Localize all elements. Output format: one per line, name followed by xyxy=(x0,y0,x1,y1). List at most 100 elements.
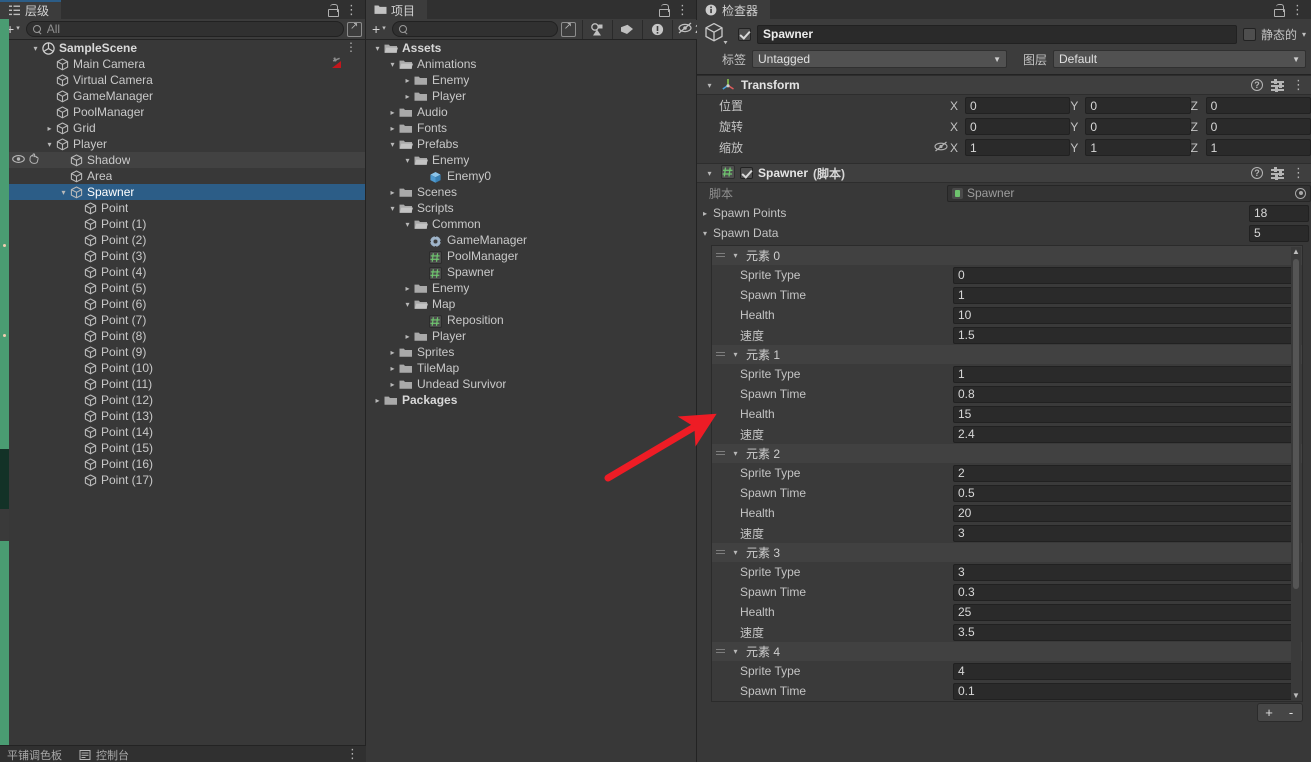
foldout-collapsed-icon[interactable]: ▸ xyxy=(386,380,399,389)
hierarchy-item-point-1[interactable]: ▸ Point (1) xyxy=(0,216,365,232)
hierarchy-item-point-10[interactable]: ▸ Point (10) xyxy=(0,360,365,376)
project-item-animations[interactable]: ▾ Animations xyxy=(366,56,696,72)
foldout-collapsed-icon[interactable]: ▸ xyxy=(401,76,414,85)
project-item-player[interactable]: ▸ Player xyxy=(366,88,696,104)
project-menu-icon[interactable]: ⋮ xyxy=(676,3,689,16)
preset-icon[interactable] xyxy=(1271,167,1284,180)
hierarchy-item-point-7[interactable]: ▸ Point (7) xyxy=(0,312,365,328)
warning-filter-icon[interactable] xyxy=(641,19,672,39)
spawn-data-element-header-1[interactable]: ▾ 元素 1 xyxy=(712,345,1302,364)
hierarchy-item-point-13[interactable]: ▸ Point (13) xyxy=(0,408,365,424)
foldout-collapsed-icon[interactable]: ▸ xyxy=(371,396,384,405)
hierarchy-menu-icon[interactable]: ⋮ xyxy=(345,3,358,16)
transform-input-z[interactable]: 0 xyxy=(1205,97,1311,114)
field-input[interactable]: 0.3 xyxy=(953,583,1296,601)
foldout-expanded-icon[interactable]: ▾ xyxy=(43,140,56,149)
drag-handle-icon[interactable] xyxy=(716,647,725,656)
hierarchy-item-shadow[interactable]: ▸ Shadow xyxy=(0,152,365,168)
transform-foldout-arrow[interactable]: ▾ xyxy=(703,81,716,90)
hierarchy-item-point-12[interactable]: ▸ Point (12) xyxy=(0,392,365,408)
label-filter-icon[interactable] xyxy=(611,19,642,39)
scene-menu-icon[interactable]: ⋮ xyxy=(345,41,357,53)
field-input[interactable]: 15 xyxy=(953,405,1296,423)
spawn-points-count-input[interactable]: 18 xyxy=(1249,204,1309,222)
tab-project[interactable]: 项目 xyxy=(366,0,428,19)
help-icon[interactable]: ? xyxy=(1251,167,1263,179)
asset-filter-icon[interactable] xyxy=(581,19,612,39)
project-item-common[interactable]: ▾ Common xyxy=(366,216,696,232)
project-item-assets[interactable]: ▾ Assets xyxy=(366,40,696,56)
element-foldout-arrow[interactable]: ▾ xyxy=(729,251,742,260)
foldout-expanded-icon[interactable]: ▾ xyxy=(401,156,414,165)
project-item-enemy[interactable]: ▾ Enemy xyxy=(366,152,696,168)
transform-input-z[interactable]: 1 xyxy=(1205,139,1311,156)
tab-console[interactable]: 控制台 xyxy=(72,746,139,762)
tab-tile-palette[interactable]: 平铺调色板 xyxy=(0,746,72,762)
hierarchy-item-area[interactable]: ▸ Area xyxy=(0,168,365,184)
project-item-map[interactable]: ▾ Map xyxy=(366,296,696,312)
hierarchy-item-poolmanager[interactable]: ▸ PoolManager xyxy=(0,104,365,120)
project-item-undead-survivor[interactable]: ▸ Undead Survivor xyxy=(366,376,696,392)
create-asset-button[interactable]: + ▾ xyxy=(369,21,389,38)
bottom-menu-icon[interactable]: ⋮ xyxy=(346,747,359,760)
tag-dropdown[interactable]: Untagged ▼ xyxy=(752,50,1007,68)
field-input[interactable]: 1.5 xyxy=(953,326,1296,344)
project-item-spawner[interactable]: ▸ Spawner xyxy=(366,264,696,280)
hierarchy-item-gamemanager[interactable]: ▸ GameManager xyxy=(0,88,365,104)
project-popout-button[interactable] xyxy=(560,21,576,37)
element-foldout-arrow[interactable]: ▾ xyxy=(729,647,742,656)
foldout-collapsed-icon[interactable]: ▸ xyxy=(386,108,399,117)
foldout-expanded-icon[interactable]: ▾ xyxy=(371,44,384,53)
remove-element-button[interactable]: - xyxy=(1280,704,1302,721)
static-checkbox[interactable] xyxy=(1242,27,1256,41)
hierarchy-search-input[interactable]: All xyxy=(25,21,344,37)
project-item-sprites[interactable]: ▸ Sprites xyxy=(366,344,696,360)
lock-icon[interactable] xyxy=(327,3,339,17)
field-input[interactable]: 0.1 xyxy=(953,682,1296,700)
spawner-foldout-arrow[interactable]: ▾ xyxy=(703,169,716,178)
field-input[interactable]: 25 xyxy=(953,603,1296,621)
transform-input-y[interactable]: 0 xyxy=(1085,118,1191,135)
object-picker-icon[interactable] xyxy=(1295,187,1306,199)
foldout-collapsed-icon[interactable]: ▸ xyxy=(43,124,56,133)
project-item-packages[interactable]: ▸ Packages xyxy=(366,392,696,408)
inspector-menu-icon[interactable]: ⋮ xyxy=(1291,3,1304,16)
project-item-enemy[interactable]: ▸ Enemy xyxy=(366,72,696,88)
project-item-enemy[interactable]: ▸ Enemy xyxy=(366,280,696,296)
visibility-eye-icon[interactable] xyxy=(12,153,25,167)
foldout-collapsed-icon[interactable]: ▸ xyxy=(401,284,414,293)
preset-icon[interactable] xyxy=(1271,79,1284,92)
spawn-data-foldout-arrow[interactable]: ▾ xyxy=(697,229,713,238)
foldout-expanded-icon[interactable]: ▾ xyxy=(386,60,399,69)
project-item-fonts[interactable]: ▸ Fonts xyxy=(366,120,696,136)
spawner-component-header[interactable]: ▾ Spawner (脚本) ? ⋮ xyxy=(697,163,1311,183)
lock-icon[interactable] xyxy=(658,3,670,17)
project-item-enemy0[interactable]: ▸ Enemy0 xyxy=(366,168,696,184)
field-input[interactable]: 20 xyxy=(953,504,1296,522)
hierarchy-item-player[interactable]: ▾ Player xyxy=(0,136,365,152)
foldout-expanded-icon[interactable]: ▾ xyxy=(386,140,399,149)
project-tree[interactable]: ▾ Assets ▾ Animations ▸ Enemy ▸ Player ▸ Audio ▸ Fo… xyxy=(366,40,696,762)
transform-input-y[interactable]: 1 xyxy=(1085,139,1191,156)
spawn-data-element-header-3[interactable]: ▾ 元素 3 xyxy=(712,543,1302,562)
project-item-scenes[interactable]: ▸ Scenes xyxy=(366,184,696,200)
spawn-data-element-header-2[interactable]: ▾ 元素 2 xyxy=(712,444,1302,463)
hierarchy-item-point-4[interactable]: ▸ Point (4) xyxy=(0,264,365,280)
spawner-enabled-checkbox[interactable] xyxy=(740,167,753,179)
hierarchy-item-virtual-camera[interactable]: ▸ Virtual Camera xyxy=(0,72,365,88)
transform-input-x[interactable]: 1 xyxy=(965,139,1071,156)
project-search-input[interactable] xyxy=(391,21,558,37)
hierarchy-item-point-8[interactable]: ▸ Point (8) xyxy=(0,328,365,344)
foldout-collapsed-icon[interactable]: ▸ xyxy=(386,124,399,133)
spawn-points-row[interactable]: ▸ Spawn Points 18 xyxy=(697,203,1311,223)
spawn-data-scrollbar[interactable]: ▲ ▼ xyxy=(1291,247,1301,700)
hierarchy-item-point-6[interactable]: ▸ Point (6) xyxy=(0,296,365,312)
scroll-up-icon[interactable]: ▲ xyxy=(1292,247,1300,256)
drag-handle-icon[interactable] xyxy=(716,350,725,359)
transform-input-y[interactable]: 0 xyxy=(1085,97,1191,114)
static-chevron-down-icon[interactable]: ▾ xyxy=(1302,30,1306,39)
spawn-data-count-input[interactable]: 5 xyxy=(1249,224,1309,242)
field-input[interactable]: 1 xyxy=(953,365,1296,383)
drag-handle-icon[interactable] xyxy=(716,449,725,458)
hierarchy-item-point-16[interactable]: ▸ Point (16) xyxy=(0,456,365,472)
